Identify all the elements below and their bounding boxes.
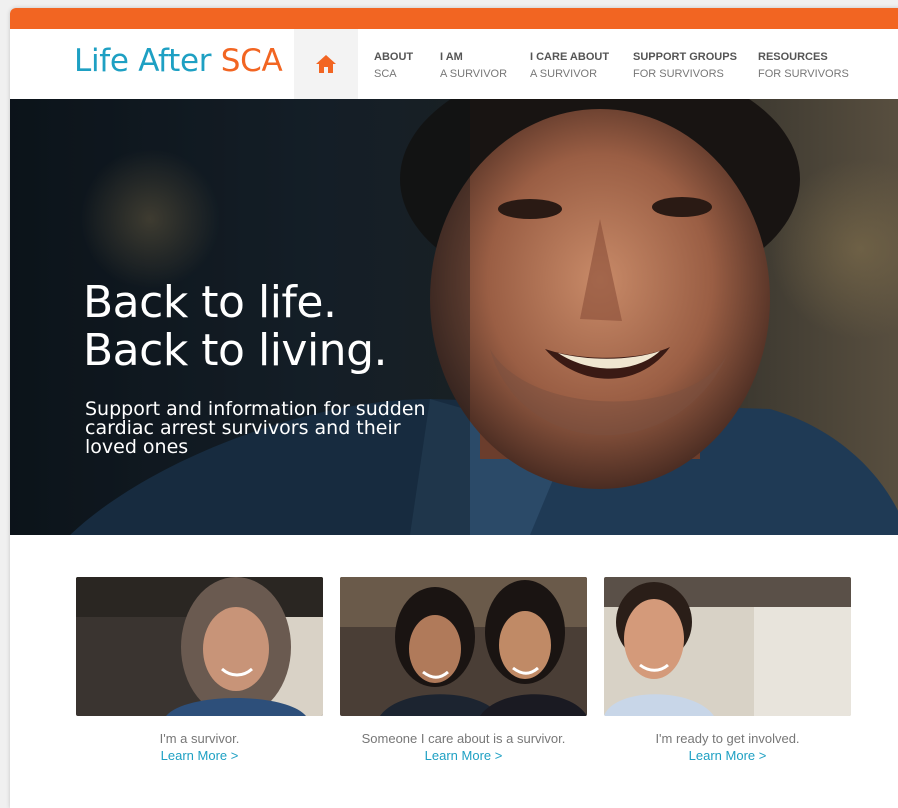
nav-item-i-care-about-survivor[interactable]: I CARE ABOUT A SURVIVOR (530, 49, 609, 83)
nav-item-title: I CARE ABOUT (530, 51, 610, 63)
hero-subtitle: Support and information for sudden cardi… (85, 398, 426, 458)
site-header: Life After SCA ABOUT SCA I AM A SURVIVOR… (10, 29, 898, 99)
learn-more-link[interactable]: Learn More > (76, 747, 323, 764)
learn-more-link[interactable]: Learn More > (604, 747, 851, 764)
nav-item-subtitle: FOR SURVIVORS (758, 68, 849, 80)
nav-item-subtitle: A SURVIVOR (440, 68, 508, 80)
card-caption: I'm ready to get involved. (655, 731, 800, 746)
nav-item-title: RESOURCES (758, 51, 828, 63)
home-button[interactable] (294, 29, 358, 99)
browser-page: Life After SCA ABOUT SCA I AM A SURVIVOR… (10, 8, 898, 808)
card-caption: I'm a survivor. (159, 731, 240, 746)
nav-item-title: ABOUT (374, 51, 414, 63)
card-caption: Someone I care about is a survivor. (361, 731, 566, 746)
nav-item-resources[interactable]: RESOURCES FOR SURVIVORS (758, 49, 849, 83)
nav-item-subtitle: FOR SURVIVORS (633, 68, 724, 80)
logo-text-accent: SCA (220, 43, 283, 79)
nav-item-title: I AM (440, 51, 463, 63)
card-photo-man[interactable] (604, 577, 851, 716)
hero-title-line1: Back to life. (83, 277, 337, 328)
card-photo-woman[interactable] (76, 577, 323, 716)
card-photo-two-women[interactable] (340, 577, 587, 716)
card-get-involved: I'm ready to get involved. Learn More > (604, 577, 851, 764)
top-accent-bar (10, 8, 898, 29)
home-icon (316, 55, 336, 73)
hero-title: Back to life. Back to living. (83, 279, 387, 375)
logo-text-main: Life After (74, 43, 221, 79)
nav-item-about-sca[interactable]: ABOUT SCA (374, 49, 413, 83)
hero-title-line2: Back to living. (83, 325, 387, 376)
nav-item-support-groups[interactable]: SUPPORT GROUPS FOR SURVIVORS (633, 49, 737, 83)
card-survivor: I'm a survivor. Learn More > (76, 577, 323, 764)
nav-item-i-am-survivor[interactable]: I AM A SURVIVOR (440, 49, 507, 83)
nav-item-title: SUPPORT GROUPS (633, 51, 737, 63)
hero-banner: Back to life. Back to living. Support an… (10, 99, 898, 535)
site-logo[interactable]: Life After SCA (74, 43, 283, 79)
learn-more-link[interactable]: Learn More > (340, 747, 587, 764)
card-care-about-survivor: Someone I care about is a survivor. Lear… (340, 577, 587, 764)
nav-item-subtitle: SCA (374, 68, 397, 80)
nav-item-subtitle: A SURVIVOR (530, 68, 598, 80)
